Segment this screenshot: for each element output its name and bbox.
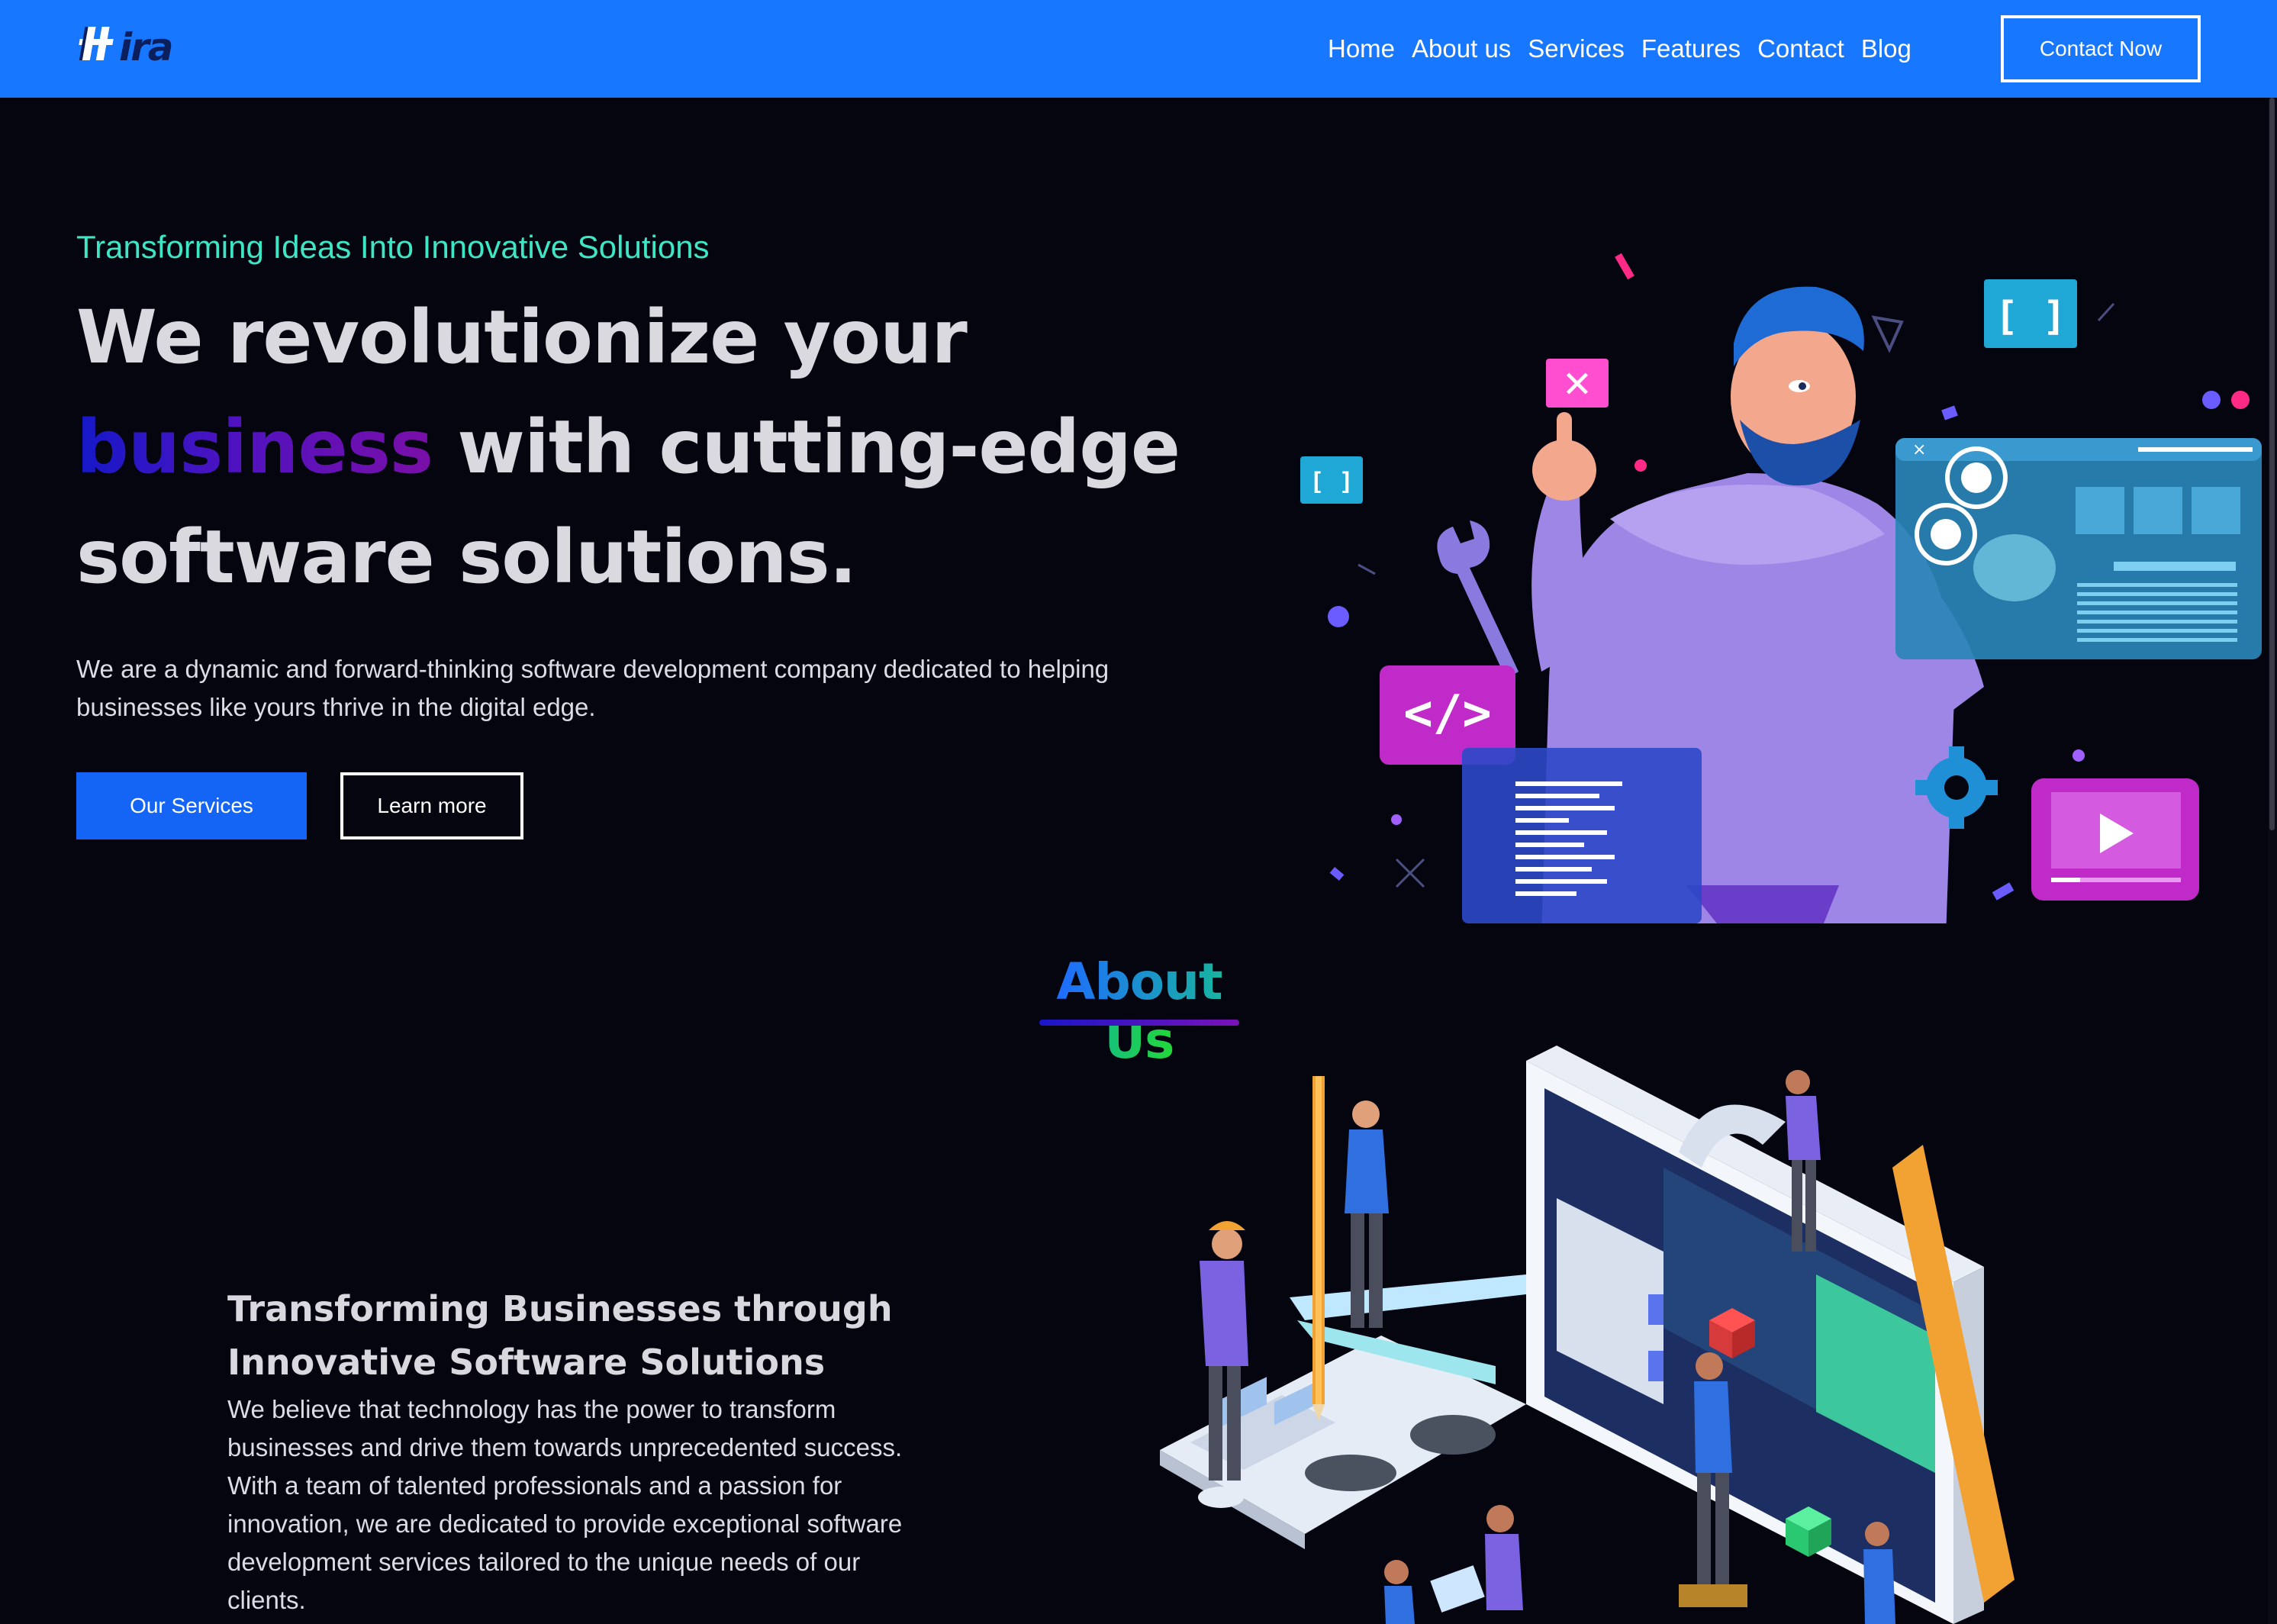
top-navbar: ira Home About us Services Features Cont… (0, 0, 2277, 98)
team-isometric-illustration (1160, 1046, 2015, 1624)
learn-more-button[interactable]: Learn more (340, 772, 523, 839)
page-scrollbar[interactable] (2268, 98, 2277, 1624)
developer-illustration: [ ] [ ] ✕ </> × (1300, 253, 2262, 923)
about-body-text: We believe that technology has the power… (227, 1395, 903, 1614)
logo-text: ira (119, 25, 172, 69)
svg-text:✕: ✕ (1562, 363, 1593, 406)
nav-contact[interactable]: Contact (1757, 34, 1844, 63)
primary-nav: Home About us Services Features Contact … (1328, 0, 1911, 98)
hero-description: We are a dynamic and forward-thinking so… (76, 655, 1110, 721)
hero-heading-accent: business (76, 404, 433, 490)
hero-heading-line3: software solutions. (76, 514, 857, 600)
svg-text:×: × (1912, 440, 1926, 459)
nav-about-us[interactable]: About us (1412, 34, 1511, 63)
about-subheading: Transforming Businesses through Innovati… (227, 1288, 893, 1383)
svg-text:[ ]: [ ] (1309, 467, 1354, 496)
svg-text:[ ]: [ ] (1995, 294, 2066, 340)
svg-text:</>: </> (1403, 685, 1492, 742)
contact-now-button[interactable]: Contact Now (2001, 15, 2201, 82)
hero-tagline: Transforming Ideas Into Innovative Solut… (76, 229, 710, 265)
our-services-button[interactable]: Our Services (76, 772, 307, 839)
hero-heading: We revolutionize your business with cutt… (76, 282, 1221, 612)
nav-home[interactable]: Home (1328, 34, 1395, 63)
about-title-underline (1039, 1020, 1239, 1026)
scrollbar-thumb[interactable] (2269, 98, 2275, 830)
brand-logo[interactable]: ira (76, 21, 183, 76)
nav-features[interactable]: Features (1641, 34, 1741, 63)
about-title-word1: About (1056, 952, 1222, 1011)
hero-heading-line1: We revolutionize your (76, 295, 968, 380)
hira-logo-icon: ira (79, 25, 174, 69)
nav-blog[interactable]: Blog (1861, 34, 1911, 63)
nav-services[interactable]: Services (1528, 34, 1625, 63)
logo-wordmark: ira (76, 16, 183, 82)
hero-heading-line2: with cutting-edge (432, 404, 1180, 490)
